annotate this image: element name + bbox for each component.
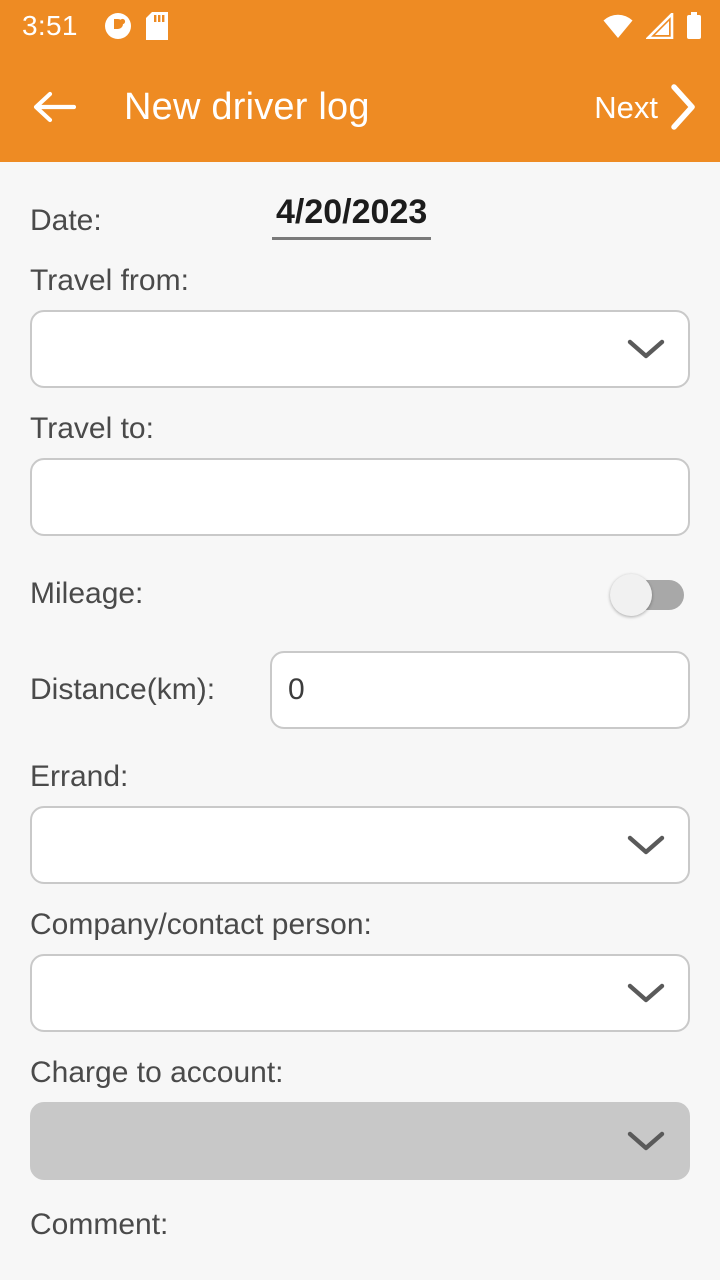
chevron-down-icon bbox=[627, 339, 665, 359]
status-bar-clock: 3:51 bbox=[22, 10, 78, 41]
mileage-label: Mileage: bbox=[30, 577, 144, 610]
page-title: New driver log bbox=[124, 86, 370, 128]
date-row: Date: 4/20/2023 bbox=[30, 162, 690, 240]
status-bar-notification-icons bbox=[104, 12, 168, 40]
app-bar: New driver log Next bbox=[0, 52, 720, 162]
chevron-right-icon bbox=[671, 84, 695, 130]
driver-log-form: Date: 4/20/2023 Travel from: Travel to: … bbox=[0, 162, 720, 1240]
date-label: Date: bbox=[30, 204, 102, 237]
distance-row: Distance(km): 0 bbox=[30, 644, 690, 736]
wifi-icon bbox=[603, 14, 633, 39]
chevron-down-icon bbox=[627, 1131, 665, 1151]
travel-from-dropdown[interactable] bbox=[30, 310, 690, 388]
charge-to-account-group: Charge to account: bbox=[30, 1058, 690, 1180]
distance-label: Distance(km): bbox=[30, 673, 216, 706]
errand-label: Errand: bbox=[30, 760, 129, 793]
next-button-label: Next bbox=[594, 89, 658, 125]
charge-to-account-dropdown bbox=[30, 1102, 690, 1180]
company-contact-group: Company/contact person: bbox=[30, 910, 690, 1032]
travel-from-label: Travel from: bbox=[30, 264, 189, 297]
errand-dropdown[interactable] bbox=[30, 806, 690, 884]
errand-group: Errand: bbox=[30, 762, 690, 884]
date-value[interactable]: 4/20/2023 bbox=[272, 195, 432, 240]
next-button[interactable]: Next bbox=[594, 81, 706, 133]
status-bar-system-icons bbox=[602, 12, 702, 40]
comment-label: Comment: bbox=[30, 1208, 169, 1241]
travel-to-label: Travel to: bbox=[30, 412, 154, 445]
company-contact-label: Company/contact person: bbox=[30, 908, 372, 941]
sd-card-icon bbox=[145, 12, 168, 40]
charge-to-account-label: Charge to account: bbox=[30, 1056, 284, 1089]
back-arrow-icon bbox=[33, 91, 76, 123]
status-bar: 3:51 bbox=[0, 0, 720, 52]
chevron-down-icon bbox=[627, 835, 665, 855]
mileage-toggle-thumb bbox=[610, 574, 652, 616]
back-button[interactable] bbox=[26, 79, 82, 135]
battery-icon bbox=[687, 12, 701, 39]
company-contact-dropdown[interactable] bbox=[30, 954, 690, 1032]
app-notification-icon bbox=[104, 13, 131, 39]
distance-value: 0 bbox=[288, 673, 305, 706]
distance-input[interactable]: 0 bbox=[270, 651, 690, 729]
mileage-row: Mileage: bbox=[30, 556, 690, 632]
chevron-down-icon bbox=[627, 983, 665, 1003]
cellular-signal-icon bbox=[646, 13, 674, 39]
travel-to-group: Travel to: bbox=[30, 414, 690, 536]
app-screen: 3:51 New driver log Next Date: 4/20/2023… bbox=[0, 0, 720, 1280]
mileage-toggle[interactable] bbox=[610, 574, 684, 616]
travel-from-group: Travel from: bbox=[30, 266, 690, 388]
travel-to-input[interactable] bbox=[30, 458, 690, 536]
